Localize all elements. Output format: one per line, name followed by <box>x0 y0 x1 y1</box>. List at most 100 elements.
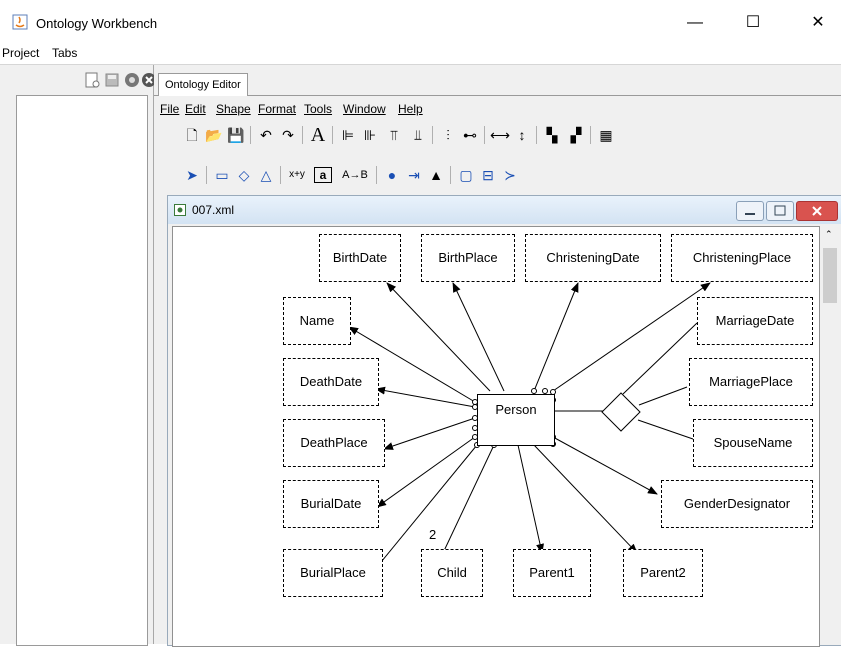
edge-spousename <box>637 419 694 440</box>
edge-burialdate <box>376 436 476 508</box>
node-genderdesignator[interactable]: GenderDesignator <box>661 480 813 528</box>
node-name[interactable]: Name <box>283 297 351 345</box>
menu-help[interactable]: Help <box>398 102 423 116</box>
same-width-icon[interactable]: ⟷ <box>490 125 510 145</box>
save-icon[interactable]: 💾 <box>226 125 246 145</box>
undo-icon[interactable]: ↶ <box>256 125 276 145</box>
bring-front-icon[interactable]: ▚ <box>542 125 562 145</box>
toolbar-separator <box>590 126 591 144</box>
document-icon <box>174 204 186 216</box>
window-title-bar[interactable]: Ontology Workbench — ☐ ✕ <box>0 0 841 42</box>
send-back-icon[interactable]: ▞ <box>566 125 586 145</box>
menu-format[interactable]: Format <box>258 102 296 116</box>
open-folder-icon[interactable]: 📂 <box>204 125 224 145</box>
node-burialplace[interactable]: BurialPlace <box>283 549 383 597</box>
same-height-icon[interactable]: ↕ <box>512 125 532 145</box>
menu-shape[interactable]: Shape <box>216 102 251 116</box>
node-child[interactable]: Child <box>421 549 483 597</box>
node-marriagedate[interactable]: MarriageDate <box>697 297 813 345</box>
menu-edit[interactable]: Edit <box>185 102 206 116</box>
toolbar-separator <box>250 126 251 144</box>
rectangle-icon[interactable]: ▭ <box>212 165 232 185</box>
rounded-rect-icon[interactable]: ▢ <box>456 165 476 185</box>
node-parent1[interactable]: Parent1 <box>513 549 591 597</box>
node-marriageplace[interactable]: MarriagePlace <box>689 358 813 406</box>
vertical-scrollbar[interactable]: ⌃ <box>820 226 840 645</box>
node-burialdate[interactable]: BurialDate <box>283 480 379 528</box>
editor-menubar: File Edit Shape Format Tools Window Help <box>154 97 841 119</box>
node-spousename[interactable]: SpouseName <box>693 419 813 467</box>
left-panel <box>0 65 156 646</box>
close-button[interactable]: ✕ <box>795 8 841 38</box>
node-birthdate[interactable]: BirthDate <box>319 234 401 282</box>
x-plus-y-icon[interactable]: x+y <box>284 165 310 185</box>
node-christeningdate[interactable]: ChristeningDate <box>525 234 661 282</box>
maximize-button[interactable]: ☐ <box>730 8 776 38</box>
marriage-relationship-diamond <box>601 392 641 432</box>
toolbar-separator <box>332 126 333 144</box>
node-deathdate[interactable]: DeathDate <box>283 358 379 406</box>
edge-parent1 <box>517 444 544 554</box>
a-to-b-icon[interactable]: A→B <box>338 165 372 185</box>
new-project-icon[interactable] <box>84 72 100 88</box>
settings-icon[interactable] <box>124 72 140 88</box>
node-person[interactable]: Person <box>477 394 555 446</box>
split-rect-icon[interactable]: ⊟ <box>478 165 498 185</box>
distribute-h-icon[interactable]: ⫶ <box>438 125 458 145</box>
toolbar-separator <box>280 166 281 184</box>
frame-maximize-button[interactable] <box>766 201 794 221</box>
filled-triangle-icon[interactable]: ▲ <box>426 165 446 185</box>
menu-window[interactable]: Window <box>343 102 386 116</box>
triangle-icon[interactable]: △ <box>256 165 276 185</box>
font-icon[interactable]: A <box>308 125 328 145</box>
menu-project[interactable]: Project <box>2 46 39 60</box>
diamond-icon[interactable]: ◇ <box>234 165 254 185</box>
new-file-icon[interactable]: 🗋 <box>182 125 202 145</box>
edge-deathplace <box>383 417 476 450</box>
a-box-icon[interactable]: a <box>314 167 332 183</box>
diagram-canvas[interactable]: Person BirthDate BirthPlace ChristeningD… <box>172 226 820 647</box>
frame-close-button[interactable] <box>796 201 838 221</box>
menu-tools[interactable]: Tools <box>304 102 332 116</box>
node-parent2[interactable]: Parent2 <box>623 549 703 597</box>
redo-icon[interactable]: ↷ <box>278 125 298 145</box>
align-center-icon[interactable]: ⊪ <box>360 125 380 145</box>
align-bottom-icon[interactable]: ⫫ <box>408 125 428 145</box>
node-christeningplace[interactable]: ChristeningPlace <box>671 234 813 282</box>
edge-parent2 <box>533 444 638 554</box>
java-app-icon <box>12 14 28 30</box>
edge-christeningplace <box>552 282 711 392</box>
node-deathplace[interactable]: DeathPlace <box>283 419 385 467</box>
document-title: 007.xml <box>192 203 235 217</box>
edge-marriageplace <box>638 386 688 406</box>
menu-tabs[interactable]: Tabs <box>52 46 77 60</box>
distribute-v-icon[interactable]: ⊷ <box>460 125 480 145</box>
grid-icon[interactable]: ▦ <box>596 125 616 145</box>
toolbar-separator <box>302 126 303 144</box>
scroll-up-icon[interactable]: ⌃ <box>825 229 833 240</box>
edge-birthdate <box>386 282 491 392</box>
toolbar-separator <box>450 166 451 184</box>
frame-minimize-button[interactable] <box>736 201 764 221</box>
scrollbar-thumb[interactable] <box>823 248 837 303</box>
fork-arrow-icon[interactable]: ≻ <box>500 165 520 185</box>
edge-gender <box>552 436 658 495</box>
minimize-button[interactable]: — <box>672 8 718 38</box>
dot-icon[interactable]: ● <box>382 165 402 185</box>
tab-ontology-editor[interactable]: Ontology Editor <box>158 73 248 96</box>
edge-marriagedate <box>622 322 698 395</box>
project-tree[interactable] <box>16 95 148 646</box>
select-arrow-icon[interactable]: ➤ <box>182 165 202 185</box>
arrow-star-icon[interactable]: ⇥ <box>404 165 424 185</box>
node-person-label: Person <box>495 402 537 417</box>
edge-christeningdate <box>533 282 579 392</box>
toolbar-separator <box>484 126 485 144</box>
align-left-icon[interactable]: ⊫ <box>338 125 358 145</box>
menu-file[interactable]: File <box>160 102 179 116</box>
save-project-icon[interactable] <box>104 72 120 88</box>
document-title-bar[interactable]: 007.xml <box>168 196 841 224</box>
align-top-icon[interactable]: ⫪ <box>384 125 404 145</box>
toolbar-separator <box>536 126 537 144</box>
node-birthplace[interactable]: BirthPlace <box>421 234 515 282</box>
toolbar-separator <box>206 166 207 184</box>
